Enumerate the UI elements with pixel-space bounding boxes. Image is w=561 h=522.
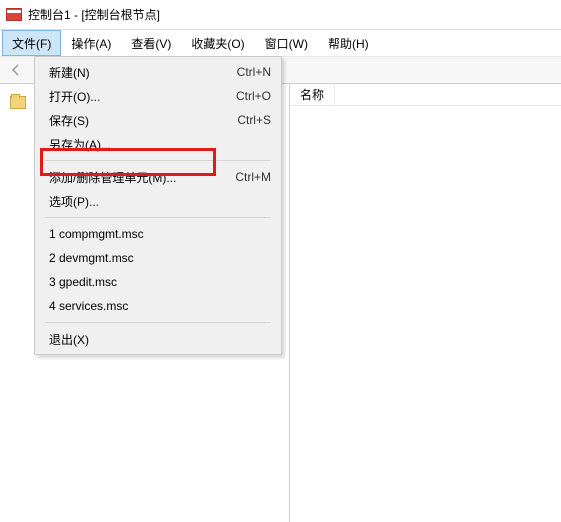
menubar: 文件(F) 操作(A) 查看(V) 收藏夹(O) 窗口(W) 帮助(H) bbox=[0, 30, 561, 56]
menu-item-save[interactable]: 保存(S)Ctrl+S bbox=[37, 108, 279, 132]
window-title: 控制台1 - [控制台根节点] bbox=[28, 6, 160, 23]
menu-item-exit[interactable]: 退出(X) bbox=[37, 327, 279, 351]
menu-window[interactable]: 窗口(W) bbox=[255, 30, 318, 56]
menu-item-recent-4[interactable]: 4 services.msc bbox=[37, 294, 279, 318]
menu-item-options[interactable]: 选项(P)... bbox=[37, 189, 279, 213]
menu-item-save-as[interactable]: 另存为(A)... bbox=[37, 132, 279, 156]
menu-view[interactable]: 查看(V) bbox=[121, 30, 181, 56]
file-menu-dropdown: 新建(N)Ctrl+N 打开(O)...Ctrl+O 保存(S)Ctrl+S 另… bbox=[34, 56, 282, 355]
list-header: 名称 bbox=[290, 84, 561, 106]
menu-item-open[interactable]: 打开(O)...Ctrl+O bbox=[37, 84, 279, 108]
menu-item-recent-3[interactable]: 3 gpedit.msc bbox=[37, 270, 279, 294]
app-icon bbox=[6, 8, 22, 21]
menu-file[interactable]: 文件(F) bbox=[2, 30, 61, 56]
titlebar: 控制台1 - [控制台根节点] bbox=[0, 0, 561, 30]
menu-separator bbox=[45, 322, 271, 323]
menu-help[interactable]: 帮助(H) bbox=[318, 30, 379, 56]
menu-item-add-remove-snapin[interactable]: 添加/删除管理单元(M)...Ctrl+M bbox=[37, 165, 279, 189]
menu-favorites[interactable]: 收藏夹(O) bbox=[181, 30, 254, 56]
folder-icon bbox=[10, 96, 26, 109]
menu-separator bbox=[45, 160, 271, 161]
menu-item-recent-2[interactable]: 2 devmgmt.msc bbox=[37, 246, 279, 270]
column-header-name[interactable]: 名称 bbox=[290, 84, 335, 105]
menu-separator bbox=[45, 217, 271, 218]
back-button[interactable] bbox=[4, 59, 28, 81]
arrow-left-icon bbox=[9, 63, 23, 77]
menu-item-recent-1[interactable]: 1 compmgmt.msc bbox=[37, 222, 279, 246]
list-pane[interactable]: 名称 bbox=[290, 84, 561, 522]
menu-item-new[interactable]: 新建(N)Ctrl+N bbox=[37, 60, 279, 84]
menu-action[interactable]: 操作(A) bbox=[61, 30, 121, 56]
